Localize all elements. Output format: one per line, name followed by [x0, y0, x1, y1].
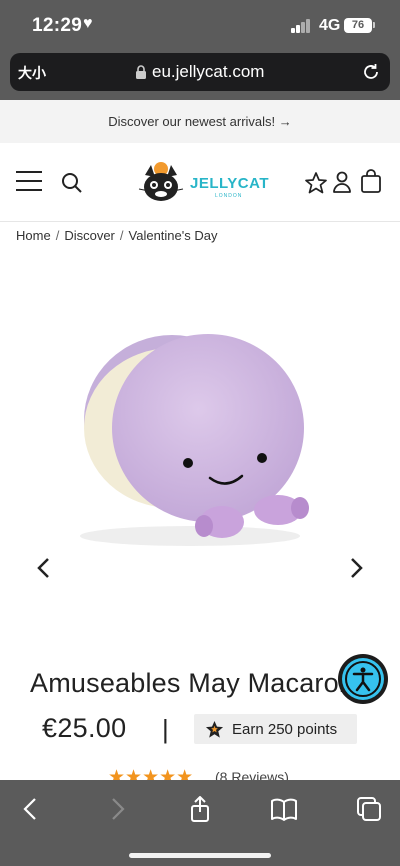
- accessibility-icon: [345, 661, 381, 697]
- accessibility-button[interactable]: [338, 654, 388, 704]
- back-icon[interactable]: [18, 796, 44, 822]
- points-label: Earn 250 points: [232, 721, 338, 738]
- chevron-left-icon[interactable]: [34, 556, 54, 580]
- browser-toolbar: [0, 780, 400, 866]
- reload-icon[interactable]: [360, 61, 382, 83]
- heart-icon: ♥: [83, 15, 93, 32]
- logo-wordmark: JELLYCAT: [190, 175, 270, 192]
- chevron-right-icon[interactable]: [346, 556, 366, 580]
- logo-subtitle: LONDON: [215, 193, 243, 199]
- text-size-button[interactable]: 大小: [18, 63, 46, 83]
- loyalty-points-badge: Earn 250 points: [194, 714, 357, 744]
- breadcrumb-discover[interactable]: Discover: [64, 228, 115, 243]
- product-image: [80, 334, 309, 546]
- promo-banner[interactable]: Discover our newest arrivals! →: [0, 100, 400, 143]
- status-bar: 12:29 ♥ 4G 76: [0, 0, 400, 50]
- site-header: JELLYCAT LONDON: [0, 143, 400, 222]
- product-title: Amuseables May Macaron: [30, 668, 355, 698]
- network-type: 4G: [319, 17, 341, 34]
- tabs-icon[interactable]: [356, 796, 382, 822]
- browser-url-area: 大小 eu.jellycat.com: [0, 50, 400, 100]
- battery-tip: [373, 22, 375, 28]
- breadcrumb-separator: /: [55, 228, 60, 243]
- points-star-icon: [205, 720, 224, 738]
- breadcrumb-home[interactable]: Home: [16, 228, 51, 243]
- menu-icon[interactable]: [16, 171, 42, 191]
- share-icon[interactable]: [187, 796, 213, 822]
- signal-icon: [291, 19, 313, 33]
- jellycat-logo[interactable]: JELLYCAT LONDON: [135, 157, 269, 207]
- battery-icon: 76: [344, 18, 372, 33]
- forward-icon[interactable]: [104, 796, 130, 822]
- bag-icon[interactable]: [360, 169, 382, 193]
- breadcrumb-separator: /: [119, 228, 124, 243]
- breadcrumb-valentines-day[interactable]: Valentine's Day: [129, 228, 218, 243]
- lock-icon: [136, 65, 146, 79]
- bookmarks-icon[interactable]: [271, 796, 297, 822]
- search-icon[interactable]: [61, 172, 83, 194]
- cat-logo-icon: [138, 162, 184, 201]
- price-divider: |: [162, 714, 169, 744]
- status-time: 12:29: [32, 15, 83, 36]
- favorite-star-icon[interactable]: [304, 171, 328, 195]
- product-price: €25.00: [42, 713, 127, 743]
- breadcrumb: Home / Discover / Valentine's Day: [16, 228, 217, 243]
- url-text[interactable]: eu.jellycat.com: [152, 62, 264, 82]
- account-icon[interactable]: [332, 171, 352, 193]
- address-bar[interactable]: 大小 eu.jellycat.com: [10, 53, 390, 91]
- home-indicator: [129, 853, 271, 858]
